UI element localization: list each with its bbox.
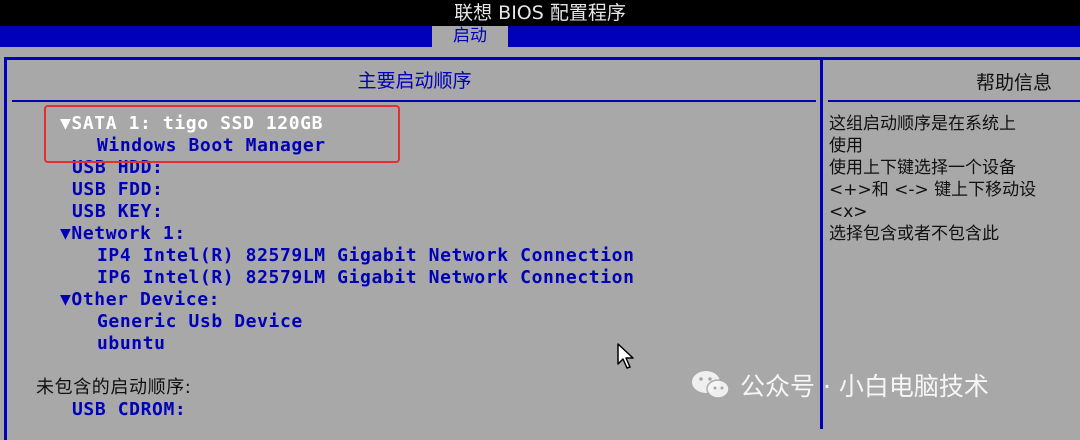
help-rule — [828, 100, 1080, 102]
boot-item-generic-usb[interactable]: Generic Usb Device — [97, 311, 303, 333]
help-line: 使用上下键选择一个设备 — [829, 158, 1016, 178]
help-line: <+>和 <-> 键上下移动设 — [829, 180, 1037, 200]
boot-item-usb-fdd[interactable]: USB FDD: — [72, 179, 164, 201]
window-title: 联想 BIOS 配置程序 — [454, 2, 626, 24]
tab-boot[interactable]: 启动 — [432, 26, 508, 47]
boot-item-ip4[interactable]: IP4 Intel(R) 82579LM Gigabit Network Con… — [97, 245, 635, 267]
boot-item-ip6[interactable]: IP6 Intel(R) 82579LM Gigabit Network Con… — [97, 267, 635, 289]
boot-item-ubuntu[interactable]: ubuntu — [97, 333, 166, 355]
help-title: 帮助信息 — [976, 72, 1053, 94]
boot-item-other-device[interactable]: ▼Other Device: — [60, 289, 220, 311]
wechat-icon — [692, 371, 730, 399]
title-bar: 联想 BIOS 配置程序 — [0, 0, 1080, 26]
boot-item-network1[interactable]: ▼Network 1: — [60, 223, 186, 245]
help-line: 使用 — [829, 136, 863, 156]
mouse-cursor-icon — [617, 343, 634, 369]
excluded-boot-title: 未包含的启动顺序: — [36, 377, 192, 398]
help-line: 选择包含或者不包含此 — [829, 224, 999, 244]
selection-highlight-box — [44, 105, 400, 163]
tab-bar: 启动 — [0, 26, 1080, 47]
watermark-text: 公众号 · 小白电脑技术 — [740, 372, 989, 401]
boot-order-title: 主要启动顺序 — [357, 70, 472, 92]
excluded-item-usb-cdrom[interactable]: USB CDROM: — [72, 399, 186, 421]
boot-order-rule — [12, 100, 816, 102]
help-text: 这组启动顺序是在系统上 使用 使用上下键选择一个设备 <+>和 <-> 键上下移… — [829, 113, 1080, 245]
boot-item-usb-key[interactable]: USB KEY: — [72, 201, 164, 223]
help-line: 这组启动顺序是在系统上 — [829, 114, 1016, 134]
help-line: <x> — [829, 202, 868, 222]
watermark: 公众号 · 小白电脑技术 — [690, 367, 989, 403]
